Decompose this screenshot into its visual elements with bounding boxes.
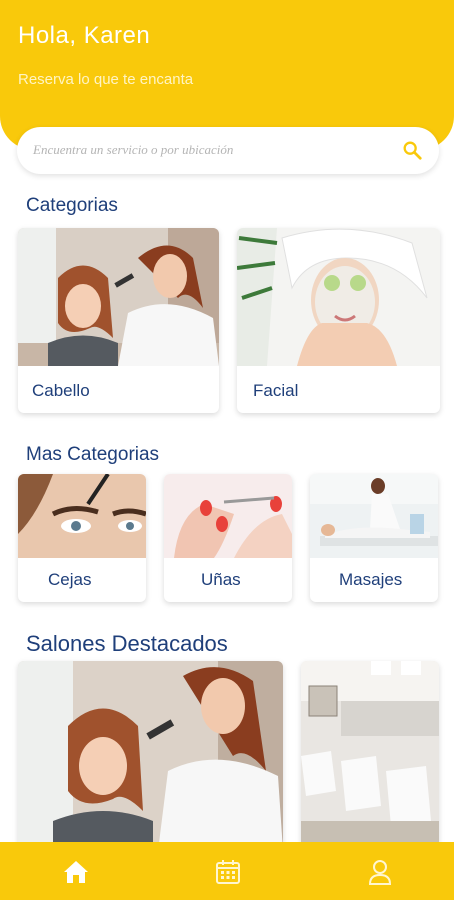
category-card-unas[interactable]: Uñas [164,474,292,602]
category-label: Masajes [339,570,403,589]
category-label: Facial [253,381,299,400]
category-label: Uñas [201,570,241,589]
massage-photo [310,474,438,558]
salon-interior-photo [301,661,439,851]
hair-salon-photo [18,228,219,366]
salon-photo [18,661,283,851]
featured-salon-card[interactable] [18,661,283,851]
category-card-facial[interactable]: Facial [237,228,440,413]
featured-salon-card[interactable] [301,661,439,851]
bottom-nav [0,842,454,900]
search-icon[interactable] [401,139,423,161]
category-card-cabello[interactable]: Cabello [18,228,219,413]
category-label: Cabello [32,381,90,400]
eyebrow-photo [18,474,146,558]
category-card-masajes[interactable]: Masajes [310,474,438,602]
subtitle: Reserva lo que te encanta [18,71,194,88]
categories-title: Categorias [26,195,118,216]
category-label: Cejas [48,570,92,589]
greeting: Hola, Karen [18,22,151,49]
search-bar[interactable]: Encuentra un servicio o por ubicación [17,127,439,174]
category-card-cejas[interactable]: Cejas [18,474,146,602]
calendar-icon[interactable] [213,857,243,887]
search-input[interactable]: Encuentra un servicio o por ubicación [33,142,233,158]
featured-title: Salones Destacados [26,631,228,656]
more-categories-title: Mas Categorias [26,444,160,465]
facial-photo [237,228,440,366]
user-icon[interactable] [365,857,395,887]
home-icon[interactable] [61,857,91,887]
nails-photo [164,474,292,558]
